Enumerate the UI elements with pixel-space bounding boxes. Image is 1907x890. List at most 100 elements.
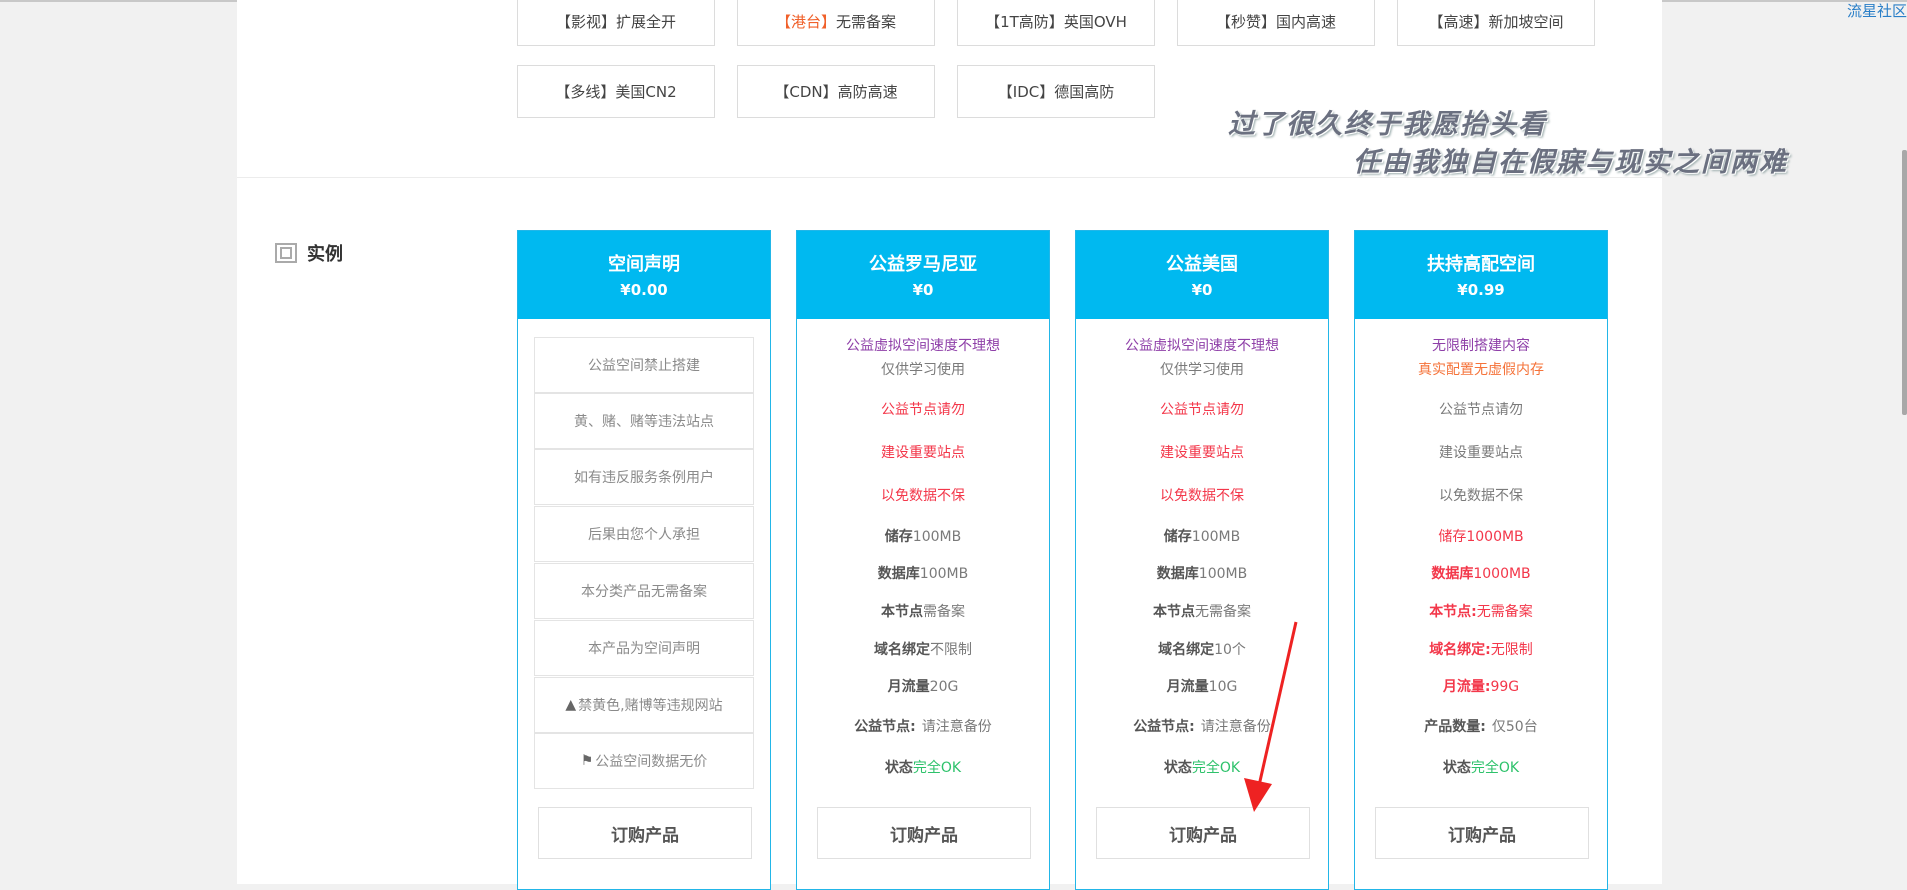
spec-key: 储存 bbox=[1163, 529, 1192, 545]
spec-key: 本节点 bbox=[1153, 604, 1195, 620]
frame-icon bbox=[275, 243, 297, 263]
spec-key: 月流量 bbox=[1166, 679, 1209, 695]
notice-line: 以免数据不保 bbox=[1439, 488, 1523, 504]
tag-uk-ovh[interactable]: 【1T高防】 英国OVH bbox=[957, 0, 1155, 46]
card-header: 公益罗马尼亚 ¥0 bbox=[797, 231, 1049, 319]
tag-hktw[interactable]: 【港台】 无需备案 bbox=[737, 0, 935, 46]
banner-line-2: 任由我独自在假寐与现实之间两难 bbox=[1353, 147, 1788, 178]
card-header: 空间声明 ¥0.00 bbox=[518, 231, 770, 319]
spec-value: 请注意备份 bbox=[921, 719, 992, 735]
status-value: 完全OK bbox=[1470, 760, 1520, 776]
intro-line: 无限制搭建内容 bbox=[1432, 338, 1530, 354]
spec-key: 域名绑定 bbox=[1158, 642, 1215, 658]
community-link[interactable]: 流星社区 bbox=[1847, 0, 1907, 21]
tag-bracket: 【1T高防】 bbox=[985, 12, 1064, 31]
scrollbar-thumb[interactable] bbox=[1902, 150, 1907, 415]
annotation-arrow-icon bbox=[1244, 621, 1298, 812]
spec-key: 产品数量: bbox=[1424, 719, 1486, 735]
intro-line: 公益虚拟空间速度不理想 bbox=[1125, 338, 1279, 354]
spec-traffic: 月流量:99G bbox=[1355, 676, 1607, 696]
tag-label: 国内高速 bbox=[1276, 12, 1337, 31]
order-button[interactable]: 订购产品 bbox=[538, 807, 752, 859]
notice-line: 建设重要站点 bbox=[881, 445, 965, 461]
tag-label: 英国OVH bbox=[1063, 12, 1127, 31]
notice-line: 公益节点请勿 bbox=[1160, 402, 1244, 418]
rule-item: 本产品为空间声明 bbox=[534, 620, 754, 676]
spec-value: 无需备案 bbox=[1195, 604, 1251, 620]
spec-value: 99G bbox=[1490, 679, 1520, 695]
tag-bracket: 【影视】 bbox=[555, 12, 616, 31]
flag-icon: ⚑ bbox=[580, 753, 594, 769]
spec-node: 本节点需备案 bbox=[797, 601, 1049, 621]
tag-bracket: 【高速】 bbox=[1428, 12, 1489, 31]
tag-label: 美国CN2 bbox=[615, 83, 677, 101]
rule-item: 本分类产品无需备案 bbox=[534, 563, 754, 619]
tag-label: 高防高速 bbox=[837, 83, 898, 101]
card-price: ¥0.00 bbox=[620, 281, 668, 299]
intro-line: 公益虚拟空间速度不理想 bbox=[846, 338, 1000, 354]
rule-item: 后果由您个人承担 bbox=[534, 506, 754, 562]
product-card-declaration: 空间声明 ¥0.00 公益空间禁止搭建 黄、赌、赌等违法站点 如有违反服务条例用… bbox=[517, 230, 771, 890]
spec-value: 需备案 bbox=[923, 604, 965, 620]
spec-key: 公益节点: bbox=[1133, 719, 1195, 735]
spec-key: 域名绑定: bbox=[1429, 642, 1491, 658]
spec-value: 100MB bbox=[919, 566, 969, 582]
order-button[interactable]: 订购产品 bbox=[1375, 807, 1589, 859]
status-value: 完全OK bbox=[912, 760, 962, 776]
spec-key: 储存 bbox=[884, 529, 913, 545]
intro-line: 仅供学习使用 bbox=[881, 362, 965, 378]
notice-line: 以免数据不保 bbox=[1160, 488, 1244, 504]
rule-item: 如有违反服务条例用户 bbox=[534, 449, 754, 505]
spec-key: 月流量 bbox=[887, 679, 930, 695]
spec-key: 数据库 bbox=[1431, 566, 1474, 582]
tag-video[interactable]: 【影视】 扩展全开 bbox=[517, 0, 715, 46]
tag-label: 无需备案 bbox=[836, 12, 897, 31]
spec-node: 本节点无需备案 bbox=[1076, 601, 1328, 621]
card-price: ¥0.99 bbox=[1457, 281, 1505, 299]
spec-value: 1000MB bbox=[1466, 529, 1524, 545]
rule-item-flag: ⚑ 公益空间数据无价 bbox=[534, 733, 754, 789]
card-header: 公益美国 ¥0 bbox=[1076, 231, 1328, 319]
spec-value: 无限制 bbox=[1490, 642, 1533, 658]
tag-idc-germany[interactable]: 【IDC】 德国高防 bbox=[957, 65, 1155, 118]
notice-line: 以免数据不保 bbox=[881, 488, 965, 504]
order-button[interactable]: 订购产品 bbox=[817, 807, 1031, 859]
spec-key: 月流量: bbox=[1442, 679, 1491, 695]
spec-node: 本节点:无需备案 bbox=[1355, 601, 1607, 621]
card-title: 扶持高配空间 bbox=[1427, 254, 1535, 275]
rule-item: 公益空间禁止搭建 bbox=[534, 337, 754, 393]
spec-key: 域名绑定 bbox=[874, 642, 930, 658]
spec-value: 无需备案 bbox=[1476, 604, 1533, 620]
spec-key: 数据库 bbox=[1156, 566, 1199, 582]
spec-key: 数据库 bbox=[877, 566, 920, 582]
tag-cdn[interactable]: 【CDN】 高防高速 bbox=[737, 65, 935, 118]
tag-label: 扩展全开 bbox=[616, 12, 677, 31]
banner-line-1: 过了很久终于我愿抬头看 bbox=[1228, 109, 1547, 140]
rule-text: 禁黄色,赌博等违规网站 bbox=[578, 698, 723, 714]
tag-domestic[interactable]: 【秒赞】 国内高速 bbox=[1177, 0, 1375, 46]
notice-line: 公益节点请勿 bbox=[881, 402, 965, 418]
tag-us-cn2[interactable]: 【多线】 美国CN2 bbox=[517, 65, 715, 118]
section-title: 实例 bbox=[307, 244, 343, 265]
card-title: 公益罗马尼亚 bbox=[869, 254, 977, 275]
warning-icon: ▲ bbox=[565, 697, 577, 713]
notice-line: 建设重要站点 bbox=[1160, 445, 1244, 461]
card-title: 空间声明 bbox=[608, 254, 680, 275]
spec-value: 100MB bbox=[1198, 566, 1248, 582]
tag-singapore[interactable]: 【高速】 新加坡空间 bbox=[1397, 0, 1595, 46]
tag-bracket: 【CDN】 bbox=[774, 83, 838, 101]
rule-item: 黄、赌、赌等违法站点 bbox=[534, 393, 754, 449]
spec-key: 状态 bbox=[1442, 760, 1471, 776]
notice-line: 建设重要站点 bbox=[1439, 445, 1523, 461]
spec-key: 本节点: bbox=[1429, 604, 1477, 620]
intro-line: 仅供学习使用 bbox=[1160, 362, 1244, 378]
tag-bracket: 【多线】 bbox=[555, 83, 616, 101]
spec-quantity: 产品数量: 仅50台 bbox=[1355, 716, 1607, 736]
spec-value: 100MB bbox=[1191, 529, 1241, 545]
spec-key: 公益节点: bbox=[854, 719, 916, 735]
tag-label: 新加坡空间 bbox=[1488, 12, 1564, 31]
tag-bracket: 【秒赞】 bbox=[1215, 12, 1276, 31]
tag-label: 德国高防 bbox=[1054, 83, 1115, 101]
product-card-romania: 公益罗马尼亚 ¥0 公益虚拟空间速度不理想 仅供学习使用 公益节点请勿 建设重要… bbox=[796, 230, 1050, 890]
spec-storage: 储存100MB bbox=[797, 526, 1049, 546]
